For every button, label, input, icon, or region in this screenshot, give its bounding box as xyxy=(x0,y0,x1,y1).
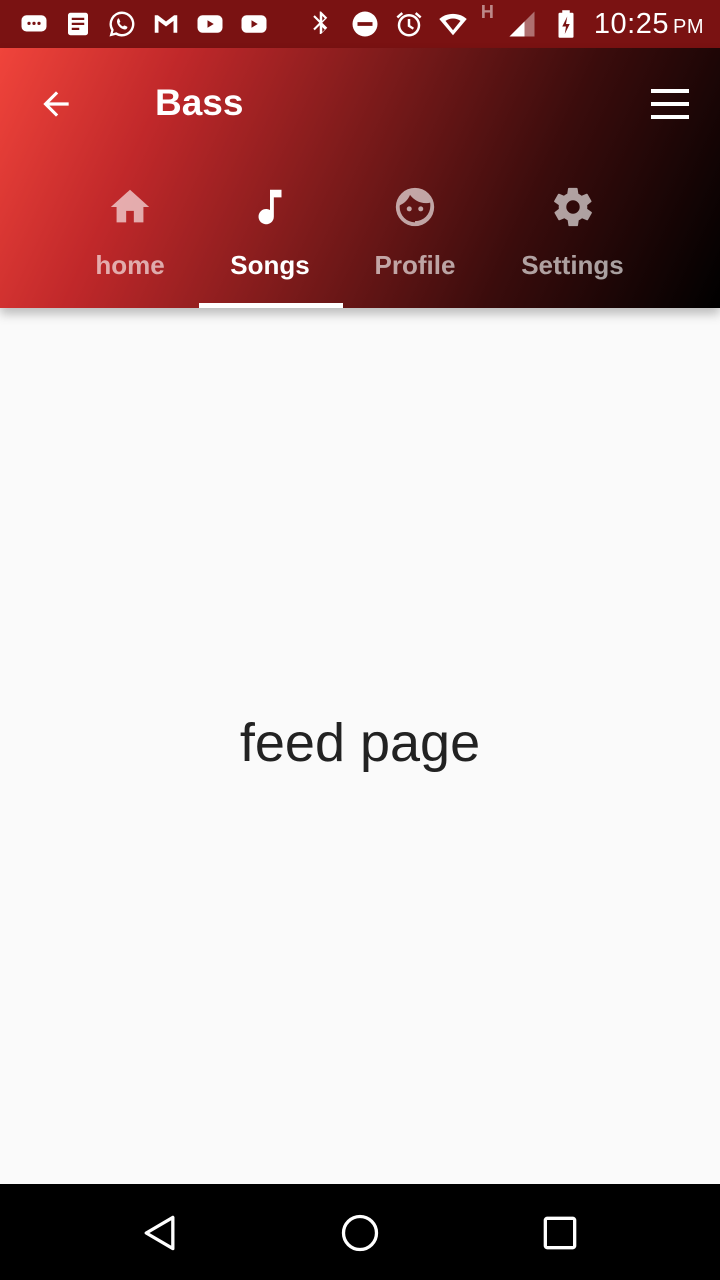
page-title: Bass xyxy=(155,82,244,123)
page-content-text: feed page xyxy=(239,713,481,773)
tab-label: Profile xyxy=(374,250,456,280)
circle-home-icon xyxy=(341,1214,379,1252)
do-not-disturb-icon xyxy=(349,8,381,40)
app-bar: Bass home Songs Profile Settings xyxy=(0,48,720,308)
tab-label: home xyxy=(95,250,165,280)
network-type-indicator: H xyxy=(481,2,494,40)
square-recents-icon xyxy=(543,1216,577,1250)
status-ampm: PM xyxy=(673,15,704,38)
youtube-icon xyxy=(238,8,270,40)
battery-charging-icon xyxy=(550,8,582,40)
nav-back-button[interactable] xyxy=(135,1208,185,1258)
tab-label: Settings xyxy=(521,250,624,280)
home-icon xyxy=(107,184,153,230)
tab-bar: home Songs Profile Settings xyxy=(60,178,660,308)
network-type-label: H xyxy=(480,2,494,22)
tab-settings[interactable]: Settings xyxy=(510,178,635,308)
triangle-back-icon xyxy=(144,1215,175,1251)
messages-icon xyxy=(18,8,50,40)
face-icon xyxy=(392,184,438,230)
tab-label: Songs xyxy=(230,250,310,280)
music-note-icon xyxy=(247,184,293,230)
menu-icon xyxy=(651,89,689,93)
bluetooth-icon xyxy=(305,8,337,40)
active-tab-indicator xyxy=(199,303,343,308)
system-navigation-bar xyxy=(0,1184,720,1280)
wifi-icon xyxy=(437,8,469,40)
alarm-icon xyxy=(393,8,425,40)
signal-icon xyxy=(506,8,538,40)
tab-songs[interactable]: Songs xyxy=(210,178,330,308)
youtube-icon xyxy=(194,8,226,40)
gmail-icon xyxy=(150,8,182,40)
tab-home[interactable]: home xyxy=(70,178,190,308)
status-bar: H 10:25 PM xyxy=(0,0,720,48)
nav-recents-button[interactable] xyxy=(535,1208,585,1258)
tab-profile[interactable]: Profile xyxy=(350,178,480,308)
nav-home-button[interactable] xyxy=(335,1208,385,1258)
notes-icon xyxy=(62,8,94,40)
whatsapp-icon xyxy=(106,8,138,40)
back-button[interactable] xyxy=(30,78,82,130)
gear-icon xyxy=(550,184,596,230)
status-clock: 10:25 PM xyxy=(594,8,704,41)
arrow-back-icon xyxy=(43,91,69,117)
menu-button[interactable] xyxy=(644,78,696,130)
status-time: 10:25 xyxy=(593,7,669,40)
